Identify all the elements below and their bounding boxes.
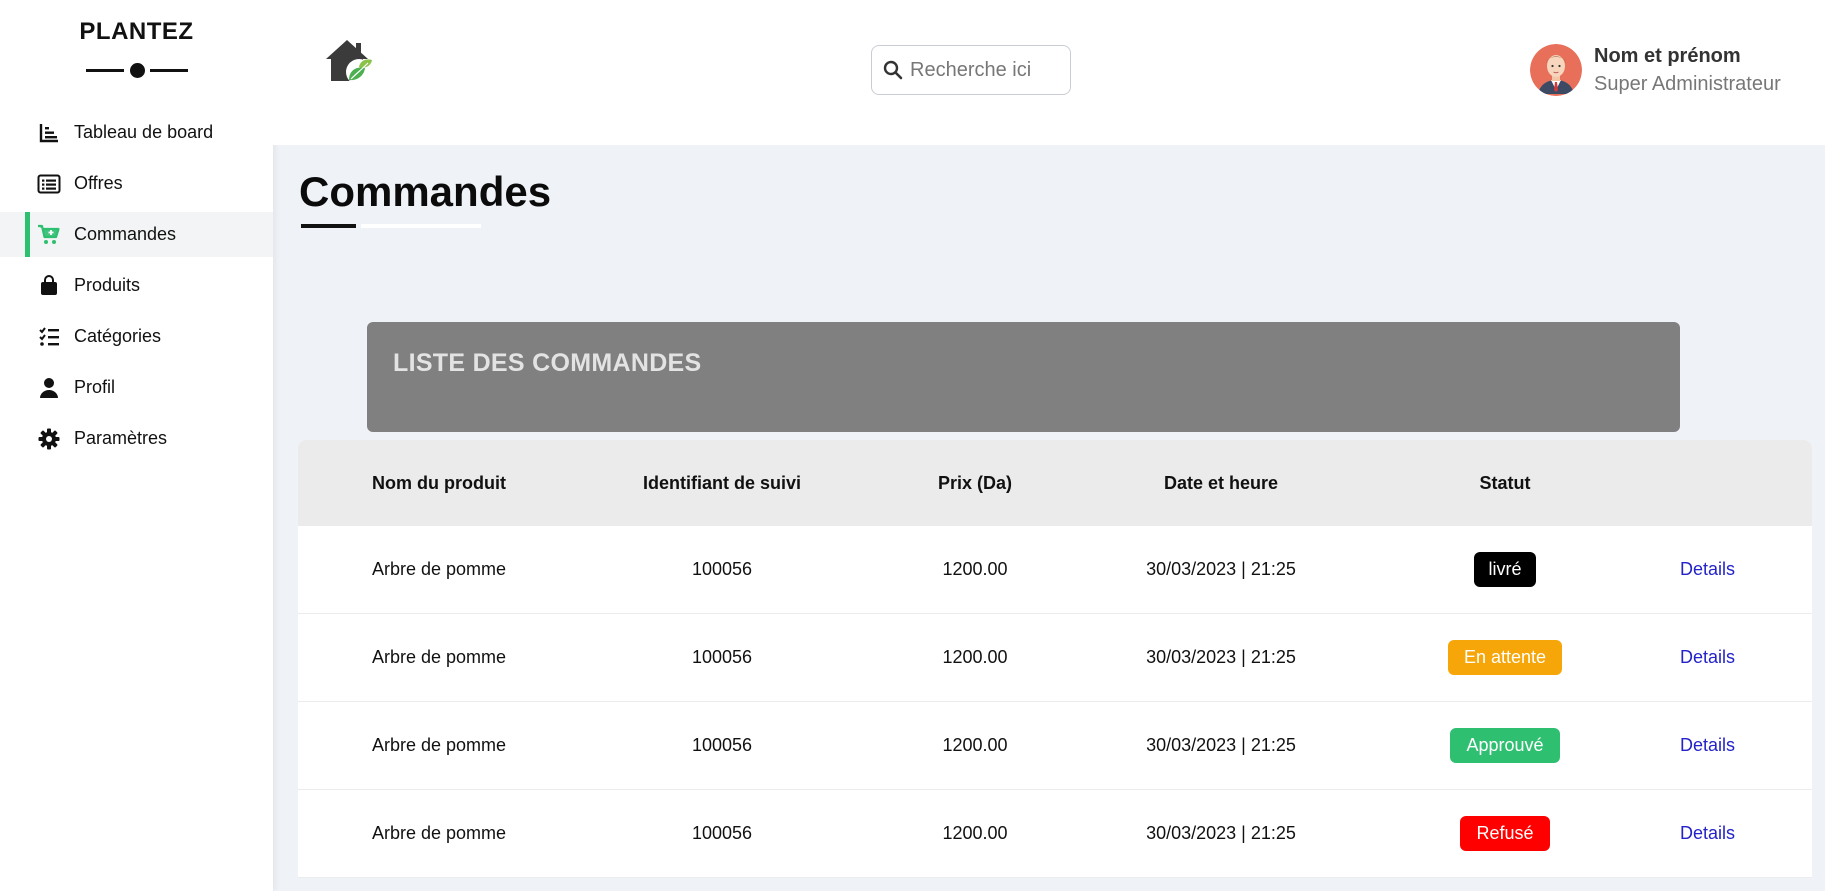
sidebar-item-label: Profil — [74, 377, 116, 397]
sidebar-nav: Tableau de board Offres Commandes Produi… — [0, 110, 273, 467]
list-icon — [37, 172, 61, 196]
page-title: Commandes — [299, 168, 552, 215]
checklist-icon — [37, 325, 61, 349]
column-header-tracking: Identifiant de suivi — [642, 472, 802, 493]
status-badge: En attente — [1447, 640, 1563, 675]
sidebar: PLANTEZ Tableau de board Offres Commande… — [0, 0, 273, 891]
sidebar-item-categories[interactable]: Catégories — [0, 314, 273, 359]
cell-action: Details — [1670, 647, 1812, 668]
cell-tracking: 100056 — [691, 735, 753, 755]
cell-price: 1200.00 — [942, 559, 1008, 579]
sidebar-item-label: Produits — [74, 275, 141, 295]
cell-product: Arbre de pomme — [372, 823, 507, 843]
search-icon — [882, 59, 904, 81]
cell-datetime: 30/03/2023 | 21:25 — [1146, 823, 1296, 843]
gear-icon — [37, 427, 61, 451]
cell-price: 1200.00 — [942, 735, 1008, 755]
cell-datetime: 30/03/2023 | 21:25 — [1146, 647, 1296, 667]
details-link[interactable]: Details — [1680, 735, 1735, 755]
cell-action: Details — [1670, 823, 1812, 844]
user-role: Super Administrateur — [1594, 72, 1781, 95]
top-header: Nom et prénom Super Administrateur — [273, 0, 1825, 145]
sidebar-item-parametres[interactable]: Paramètres — [0, 416, 273, 461]
sidebar-item-label: Paramètres — [74, 428, 168, 448]
brand-divider — [86, 62, 188, 78]
table-row: Arbre de pomme 100056 1200.00 30/03/2023… — [298, 526, 1812, 614]
user-icon — [37, 376, 61, 400]
cell-datetime: 30/03/2023 | 21:25 — [1146, 735, 1296, 755]
cart-plus-icon — [37, 223, 61, 247]
table-header: Nom du produit Identifiant de suivi Prix… — [298, 440, 1812, 526]
cell-action: Details — [1670, 559, 1812, 580]
sidebar-item-profil[interactable]: Profil — [0, 365, 273, 410]
avatar — [1530, 44, 1582, 96]
details-link[interactable]: Details — [1680, 823, 1735, 843]
sidebar-item-offres[interactable]: Offres — [0, 161, 273, 206]
sidebar-item-produits[interactable]: Produits — [0, 263, 273, 308]
table-row: Arbre de pomme 100056 1200.00 30/03/2023… — [298, 790, 1812, 878]
orders-table: Nom du produit Identifiant de suivi Prix… — [298, 440, 1812, 878]
cell-tracking: 100056 — [691, 559, 753, 579]
cell-status: En attente — [1340, 640, 1670, 675]
chart-icon — [37, 121, 61, 145]
user-profile[interactable]: Nom et prénom Super Administrateur — [1530, 44, 1781, 96]
cell-product: Arbre de pomme — [372, 647, 507, 667]
status-badge: livré — [1474, 552, 1536, 587]
cell-product: Arbre de pomme — [372, 735, 507, 755]
table-row: Arbre de pomme 100056 1200.00 30/03/2023… — [298, 614, 1812, 702]
cell-tracking: 100056 — [691, 823, 753, 843]
title-underline — [301, 224, 481, 228]
list-title: LISTE DES COMMANDES — [393, 349, 702, 377]
brand-name: PLANTEZ — [79, 18, 194, 45]
cell-status: Refusé — [1340, 816, 1670, 851]
search-input[interactable] — [910, 58, 1050, 82]
details-link[interactable]: Details — [1680, 559, 1735, 579]
sidebar-item-label: Catégories — [74, 326, 162, 346]
user-name: Nom et prénom — [1594, 44, 1741, 67]
column-header-product: Nom du produit — [372, 472, 506, 493]
cell-price: 1200.00 — [942, 823, 1008, 843]
search-box[interactable] — [871, 45, 1071, 95]
cell-status: Approuvé — [1340, 728, 1670, 763]
home-plant-logo-icon[interactable] — [323, 37, 375, 87]
sidebar-item-commandes[interactable]: Commandes — [0, 212, 273, 257]
sidebar-item-tableau-de-board[interactable]: Tableau de board — [0, 110, 273, 155]
cell-product: Arbre de pomme — [372, 559, 507, 579]
status-badge: Refusé — [1460, 816, 1550, 851]
sidebar-item-label: Commandes — [74, 224, 177, 244]
column-header-datetime: Date et heure — [1163, 472, 1279, 493]
cell-price: 1200.00 — [942, 647, 1008, 667]
cell-status: livré — [1340, 552, 1670, 587]
table-row: Arbre de pomme 100056 1200.00 30/03/2023… — [298, 702, 1812, 790]
details-link[interactable]: Details — [1680, 647, 1735, 667]
sidebar-item-label: Tableau de board — [74, 122, 214, 142]
sidebar-item-label: Offres — [74, 173, 123, 193]
shopping-bag-icon — [37, 274, 61, 298]
list-header-banner: LISTE DES COMMANDES — [367, 322, 1680, 432]
column-header-status: Statut — [1479, 472, 1531, 493]
cell-tracking: 100056 — [691, 647, 753, 667]
column-header-price: Prix (Da) — [937, 472, 1013, 493]
cell-datetime: 30/03/2023 | 21:25 — [1146, 559, 1296, 579]
cell-action: Details — [1670, 735, 1812, 756]
status-badge: Approuvé — [1450, 728, 1560, 763]
